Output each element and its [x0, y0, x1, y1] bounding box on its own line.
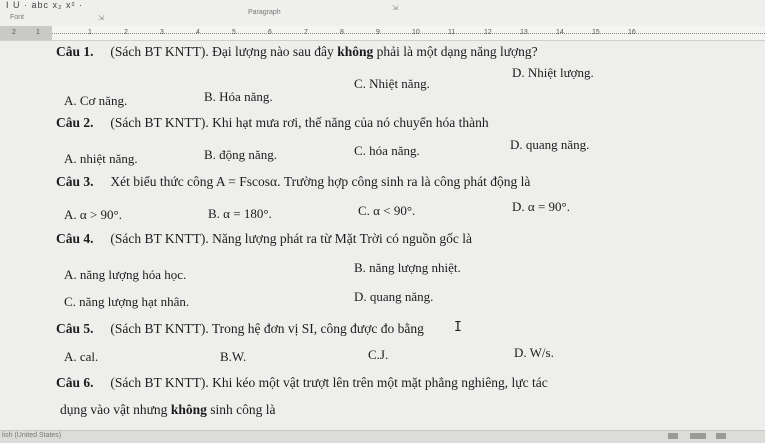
font-dialog-launcher-icon[interactable]: ⇲ [98, 14, 104, 22]
question-number: Câu 4. [56, 231, 94, 246]
option-b: B. Hóa năng. [204, 89, 273, 104]
format-buttons[interactable]: I U · abc x₂ x² · [6, 0, 83, 10]
question-6-stem-continued: dụng vào vật nhưng không sinh công là [60, 402, 275, 418]
option-b: B. năng lượng nhiệt. [354, 260, 461, 275]
emphasis-not: không [337, 44, 374, 59]
question-number: Câu 6. [56, 375, 94, 390]
ruler-tick: 16 [628, 29, 636, 36]
option-c: C. năng lượng hạt nhân. [64, 294, 190, 309]
text-cursor-ibeam-icon: I [454, 320, 462, 335]
ruler-tick: 8 [340, 29, 344, 36]
option-c: C. hóa năng. [354, 143, 420, 158]
option-c: C. α < 90°. [358, 203, 416, 218]
ruler-tick: 4 [196, 29, 200, 36]
question-number: Câu 2. [56, 115, 94, 130]
ruler-tick: 15 [592, 29, 600, 36]
question-2-stem: Câu 2. (Sách BT KNTT). Khi hạt mưa rơi, … [56, 115, 489, 131]
ruler-left-margin [0, 26, 52, 40]
ruler-tick: 14 [556, 29, 564, 36]
option-c: C.J. [368, 347, 389, 362]
font-group-label: Font [10, 14, 25, 21]
ruler-tick: 9 [376, 29, 380, 36]
question-text: dụng vào vật nhưng [60, 402, 171, 417]
ruler-tick: 12 [484, 29, 492, 36]
print-layout-icon[interactable] [690, 433, 706, 439]
ruler-tick: 11 [448, 29, 456, 36]
option-b: B. động năng. [204, 147, 277, 162]
ruler-tick: 10 [412, 29, 420, 36]
horizontal-ruler[interactable]: 2 1 1 2 3 4 5 6 7 8 9 10 11 12 13 14 15 … [0, 26, 765, 41]
option-a: A. Cơ năng. [64, 93, 128, 108]
question-text: (Sách BT KNTT). Năng lượng phát ra từ Mặ… [110, 231, 473, 246]
option-b: B.W. [220, 349, 247, 364]
option-d: D. W/s. [514, 345, 554, 360]
read-mode-icon[interactable] [668, 433, 678, 439]
option-d: D. Nhiệt lượng. [512, 65, 594, 80]
option-a: A. năng lượng hóa học. [64, 267, 187, 282]
question-text: (Sách BT KNTT). Trong hệ đơn vị SI, công… [110, 321, 424, 336]
question-5-stem: Câu 5. (Sách BT KNTT). Trong hệ đơn vị S… [56, 321, 424, 337]
option-a: A. nhiệt năng. [64, 151, 138, 166]
question-number: Câu 5. [56, 321, 94, 336]
option-d: D. quang năng. [510, 137, 590, 152]
option-d: D. α = 90°. [512, 199, 570, 214]
ruler-tick: 2 [12, 29, 16, 36]
paragraph-group-label: Paragraph [248, 9, 281, 16]
ruler-tick: 1 [88, 29, 92, 36]
option-a: A. α > 90°. [64, 207, 122, 222]
web-layout-icon[interactable] [716, 433, 726, 439]
emphasis-not: không [170, 402, 207, 417]
ruler-baseline [52, 33, 765, 34]
language-indicator[interactable]: lish (United States) [2, 432, 61, 439]
ruler-tick: 3 [160, 29, 164, 36]
question-text: (Sách BT KNTT). Đại lượng nào sau đây [110, 44, 338, 59]
ruler-tick: 13 [520, 29, 528, 36]
ribbon-toolbar: I U · abc x₂ x² · Font ⇲ Paragraph ⇲ [0, 0, 765, 27]
paragraph-dialog-launcher-icon[interactable]: ⇲ [392, 4, 398, 12]
document-page[interactable]: Câu 1. (Sách BT KNTT). Đại lượng nào sau… [0, 41, 765, 430]
question-number: Câu 1. [56, 44, 94, 59]
option-c: C. Nhiệt năng. [354, 76, 430, 91]
status-bar: lish (United States) [0, 430, 765, 443]
question-4-stem: Câu 4. (Sách BT KNTT). Năng lượng phát r… [56, 231, 472, 247]
question-number: Câu 3. [56, 174, 94, 189]
option-d: D. quang năng. [354, 289, 434, 304]
option-b: B. α = 180°. [208, 206, 272, 221]
question-text: Xét biểu thức công A = Fscosα. Trường hợ… [110, 174, 531, 189]
question-text: (Sách BT KNTT). Khi hạt mưa rơi, thế năn… [110, 115, 489, 130]
ruler-tick: 7 [304, 29, 308, 36]
ruler-tick: 1 [36, 29, 40, 36]
question-text-tail: phải là một dạng năng lượng? [373, 44, 538, 59]
question-text-tail: sinh công là [206, 402, 276, 417]
question-6-stem: Câu 6. (Sách BT KNTT). Khi kéo một vật t… [56, 375, 548, 391]
ruler-tick: 5 [232, 29, 236, 36]
ruler-tick: 6 [268, 29, 272, 36]
question-1-stem: Câu 1. (Sách BT KNTT). Đại lượng nào sau… [56, 44, 538, 60]
ruler-tick: 2 [124, 29, 128, 36]
question-text: (Sách BT KNTT). Khi kéo một vật trượt lê… [110, 375, 548, 390]
question-3-stem: Câu 3. Xét biểu thức công A = Fscosα. Tr… [56, 174, 530, 190]
option-a: A. cal. [64, 349, 99, 364]
